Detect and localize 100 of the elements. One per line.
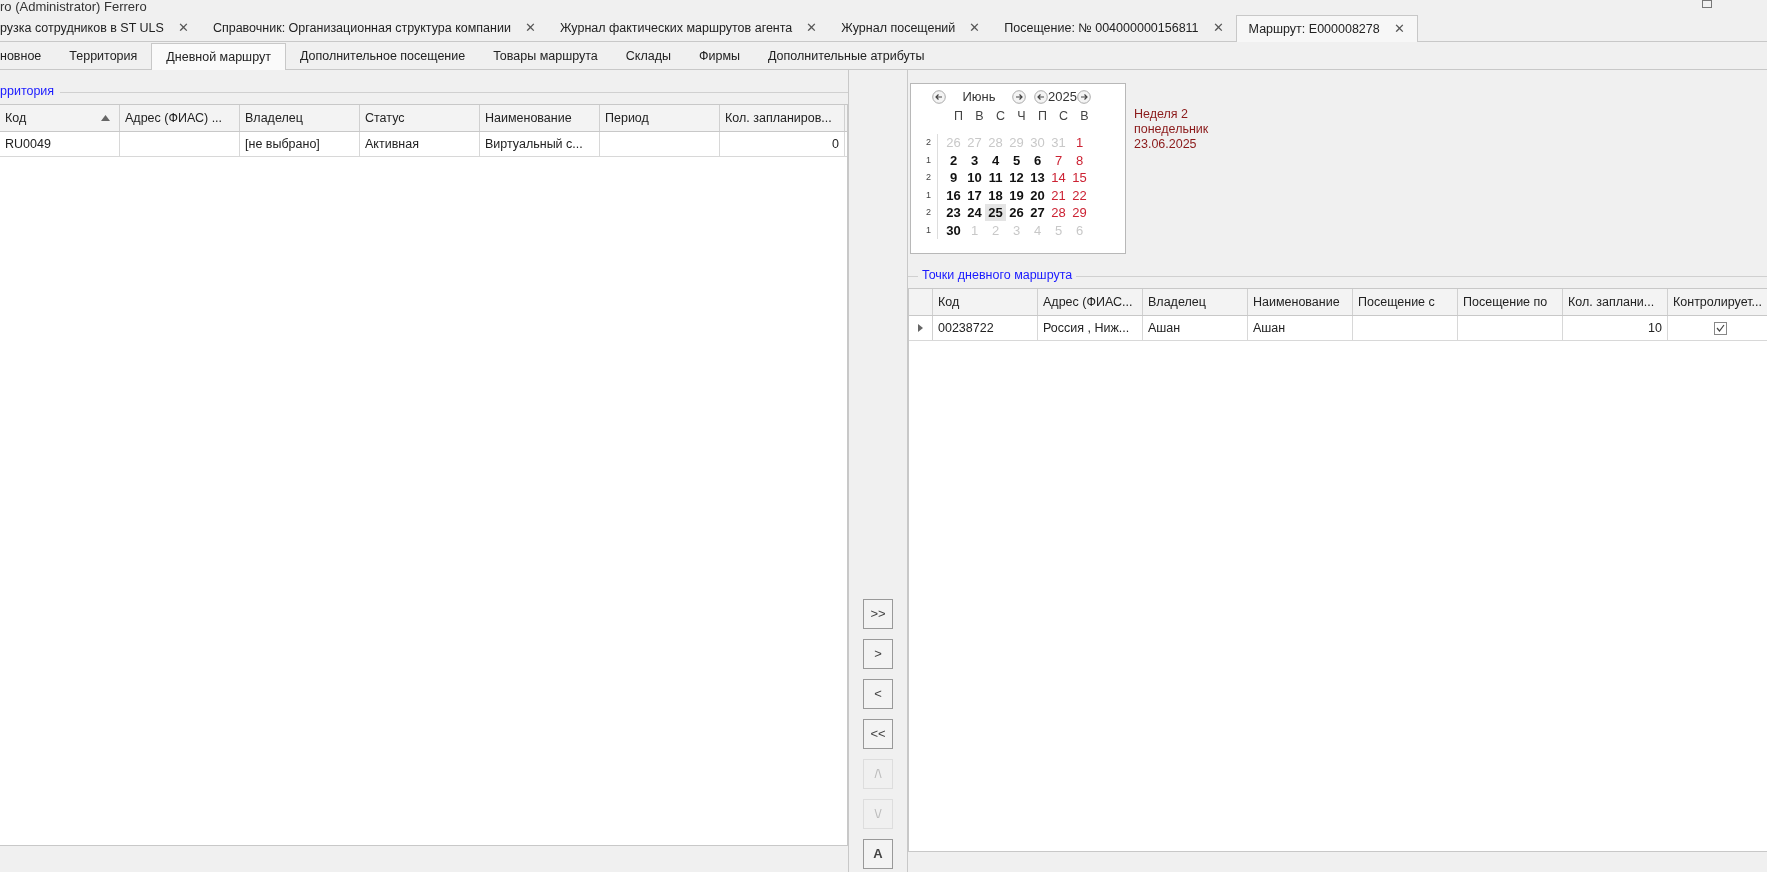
calendar-day[interactable]: 24 xyxy=(964,204,985,222)
document-tab[interactable]: Маршрут: E000008278 ✕ xyxy=(1235,15,1418,42)
column-header[interactable]: Контролирует... xyxy=(1668,289,1767,315)
calendar-day[interactable]: 7 xyxy=(1048,151,1069,169)
document-tab[interactable]: Журнал фактических маршрутов агента ✕ xyxy=(547,15,830,41)
arrow-left-icon[interactable] xyxy=(1034,90,1048,104)
column-header[interactable]: Наименование xyxy=(1248,289,1353,315)
column-header[interactable]: Владелец xyxy=(1143,289,1248,315)
tab[interactable]: Дневной маршрут xyxy=(151,43,286,70)
arrow-right-icon[interactable] xyxy=(1012,90,1026,104)
calendar-day[interactable]: 30 xyxy=(943,221,964,239)
close-button[interactable]: ✕ xyxy=(1212,18,1224,38)
restore-icon[interactable] xyxy=(1702,0,1712,8)
window-title: ro (Administrator) Ferrero xyxy=(0,0,147,14)
column-header[interactable]: Кол. заплани... xyxy=(1563,289,1668,315)
close-button[interactable]: ✕ xyxy=(806,18,818,38)
table-cell: Ашан xyxy=(1143,316,1248,340)
calendar-day[interactable]: 1 xyxy=(1069,134,1090,152)
close-button[interactable]: ✕ xyxy=(969,18,981,38)
table-cell: Россия , Ниж... xyxy=(1038,316,1143,340)
calendar-day[interactable]: 21 xyxy=(1048,186,1069,204)
tab[interactable]: Склады xyxy=(611,43,685,69)
calendar-day[interactable]: 15 xyxy=(1069,169,1090,187)
calendar-day[interactable]: 16 xyxy=(943,186,964,204)
checkbox[interactable] xyxy=(1713,321,1727,335)
calendar-day[interactable]: 27 xyxy=(1027,204,1048,222)
tab[interactable]: Фирмы xyxy=(684,43,754,69)
weekday-label: С xyxy=(1058,107,1069,125)
calendar-day[interactable]: 10 xyxy=(964,169,985,187)
tab[interactable]: новное xyxy=(0,43,56,69)
calendar-day[interactable]: 26 xyxy=(1006,204,1027,222)
week-number: 2 xyxy=(925,171,932,184)
table-cell: Активная xyxy=(360,132,480,156)
arrow-left-icon[interactable] xyxy=(932,90,946,104)
tab[interactable]: Территория xyxy=(55,43,152,69)
calendar-day[interactable]: 20 xyxy=(1027,186,1048,204)
weekday-label: В xyxy=(1079,107,1090,125)
week-number: 1 xyxy=(925,153,932,167)
calendar-day[interactable]: 8 xyxy=(1069,151,1090,169)
calendar-day[interactable]: 13 xyxy=(1027,169,1048,187)
column-header[interactable]: Посещение с xyxy=(1353,289,1458,315)
table-cell: 00238722 xyxy=(933,316,1038,340)
move-button[interactable]: > xyxy=(863,639,893,669)
table-cell: RU0049 xyxy=(0,132,120,156)
calendar-day[interactable]: 12 xyxy=(1006,169,1027,187)
calendar-day[interactable]: 18 xyxy=(985,186,1006,204)
column-header[interactable]: Адрес (ФИАС... xyxy=(1038,289,1143,315)
weekday-label: С xyxy=(995,107,1006,125)
close-button[interactable]: ✕ xyxy=(177,18,189,38)
column-header[interactable]: Посещение по xyxy=(1458,289,1563,315)
calendar-day[interactable]: 28 xyxy=(1048,204,1069,222)
calendar-day[interactable]: 5 xyxy=(1006,151,1027,169)
calendar-day[interactable]: 14 xyxy=(1048,169,1069,187)
table-cell: Ашан xyxy=(1248,316,1353,340)
tab[interactable]: Дополнительные атрибуты xyxy=(753,43,939,69)
calendar-day[interactable]: 22 xyxy=(1069,186,1090,204)
close-button[interactable]: ✕ xyxy=(524,18,536,38)
table-cell: [не выбрано] xyxy=(240,132,360,156)
week-number: 1 xyxy=(925,223,932,237)
calendar-day[interactable]: 25 xyxy=(985,204,1006,222)
calendar-day[interactable]: 23 xyxy=(943,204,964,222)
calendar-day[interactable]: 19 xyxy=(1006,186,1027,204)
calendar-day[interactable]: 6 xyxy=(1027,151,1048,169)
tab[interactable]: Дополнительное посещение xyxy=(285,43,480,69)
calendar-day[interactable]: 29 xyxy=(1069,204,1090,222)
column-header[interactable]: Владелец xyxy=(240,105,360,131)
move-button[interactable]: >> xyxy=(863,599,893,629)
group-title: рритория xyxy=(0,82,56,100)
document-tab[interactable]: Посещение: № 004000000156811 ✕ xyxy=(992,15,1236,41)
move-button[interactable]: << xyxy=(863,719,893,749)
move-button[interactable]: A xyxy=(863,839,893,869)
calendar-day[interactable]: 4 xyxy=(985,151,1006,169)
document-tab[interactable]: Справочник: Организационная структура компании ✕ xyxy=(200,15,548,41)
week-number: 2 xyxy=(925,136,932,149)
arrow-right-icon[interactable] xyxy=(1076,90,1091,104)
year-label: 2025 xyxy=(1048,88,1077,107)
column-header[interactable]: Наименование xyxy=(480,105,600,131)
calendar-day[interactable]: 2 xyxy=(943,151,964,169)
move-button[interactable]: < xyxy=(863,679,893,709)
calendar-day[interactable]: 9 xyxy=(943,169,964,187)
week-info-text: 23.06.2025 xyxy=(1134,137,1198,152)
tab[interactable]: Товары маршрута xyxy=(479,43,612,69)
calendar-day[interactable]: 11 xyxy=(985,169,1006,187)
weekday-label: П xyxy=(1037,107,1048,125)
table-cell: Виртуальный с... xyxy=(480,132,600,156)
week-info-text: Неделя 2 xyxy=(1134,107,1190,122)
calendar-day[interactable]: 3 xyxy=(964,151,985,169)
table-cell: 10 xyxy=(1563,316,1668,340)
column-header[interactable]: Статус xyxy=(360,105,480,131)
column-header[interactable]: Код xyxy=(933,289,1038,315)
document-tab[interactable]: рузка сотрудников в ST ULS ✕ xyxy=(0,15,201,41)
document-tab[interactable]: Журнал посещений ✕ xyxy=(829,15,993,41)
close-button[interactable]: ✕ xyxy=(1393,19,1405,39)
column-header[interactable]: Кол. запланиров... xyxy=(720,105,845,131)
column-header[interactable]: Код xyxy=(0,105,120,131)
column-header[interactable]: Период xyxy=(600,105,720,131)
table-cell: 0 xyxy=(720,132,845,156)
calendar-day[interactable]: 17 xyxy=(964,186,985,204)
week-number: 2 xyxy=(925,206,932,219)
column-header[interactable]: Адрес (ФИАС) ... xyxy=(120,105,240,131)
